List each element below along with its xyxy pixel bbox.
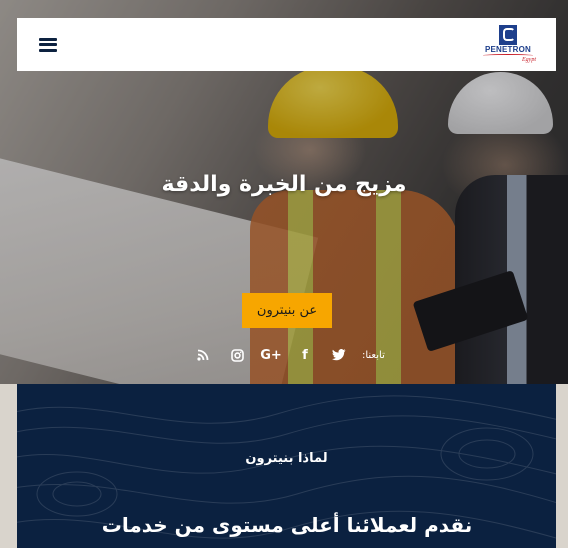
twitter-icon[interactable] (322, 349, 356, 361)
hamburger-menu-icon[interactable] (39, 37, 57, 52)
instagram-icon[interactable] (220, 348, 254, 362)
logo-mark-icon (499, 25, 517, 45)
why-penetron-section: لماذا بنيترون نقدم لعملائنا أعلى مستوى م… (17, 384, 556, 548)
hero-title: مزيج من الخبرة والدقة (161, 172, 407, 197)
top-navbar: PENETRON Egypt (17, 18, 556, 71)
logo-text: PENETRON (484, 45, 532, 54)
google-plus-icon[interactable]: G+ (254, 348, 288, 363)
penetron-logo[interactable]: PENETRON Egypt (480, 25, 536, 64)
about-penetron-button[interactable]: عن بنيترون (242, 293, 332, 328)
section-kicker: لماذا بنيترون (245, 451, 328, 466)
social-follow-row: G+ f تابعنا: (186, 345, 385, 365)
facebook-icon[interactable]: f (288, 348, 322, 363)
follow-us-label: تابعنا: (362, 349, 385, 361)
logo-subtext: Egypt (522, 57, 536, 63)
section-heading: نقدم لعملائنا أعلى مستوى من خدمات (101, 513, 473, 537)
rss-icon[interactable] (186, 349, 220, 361)
